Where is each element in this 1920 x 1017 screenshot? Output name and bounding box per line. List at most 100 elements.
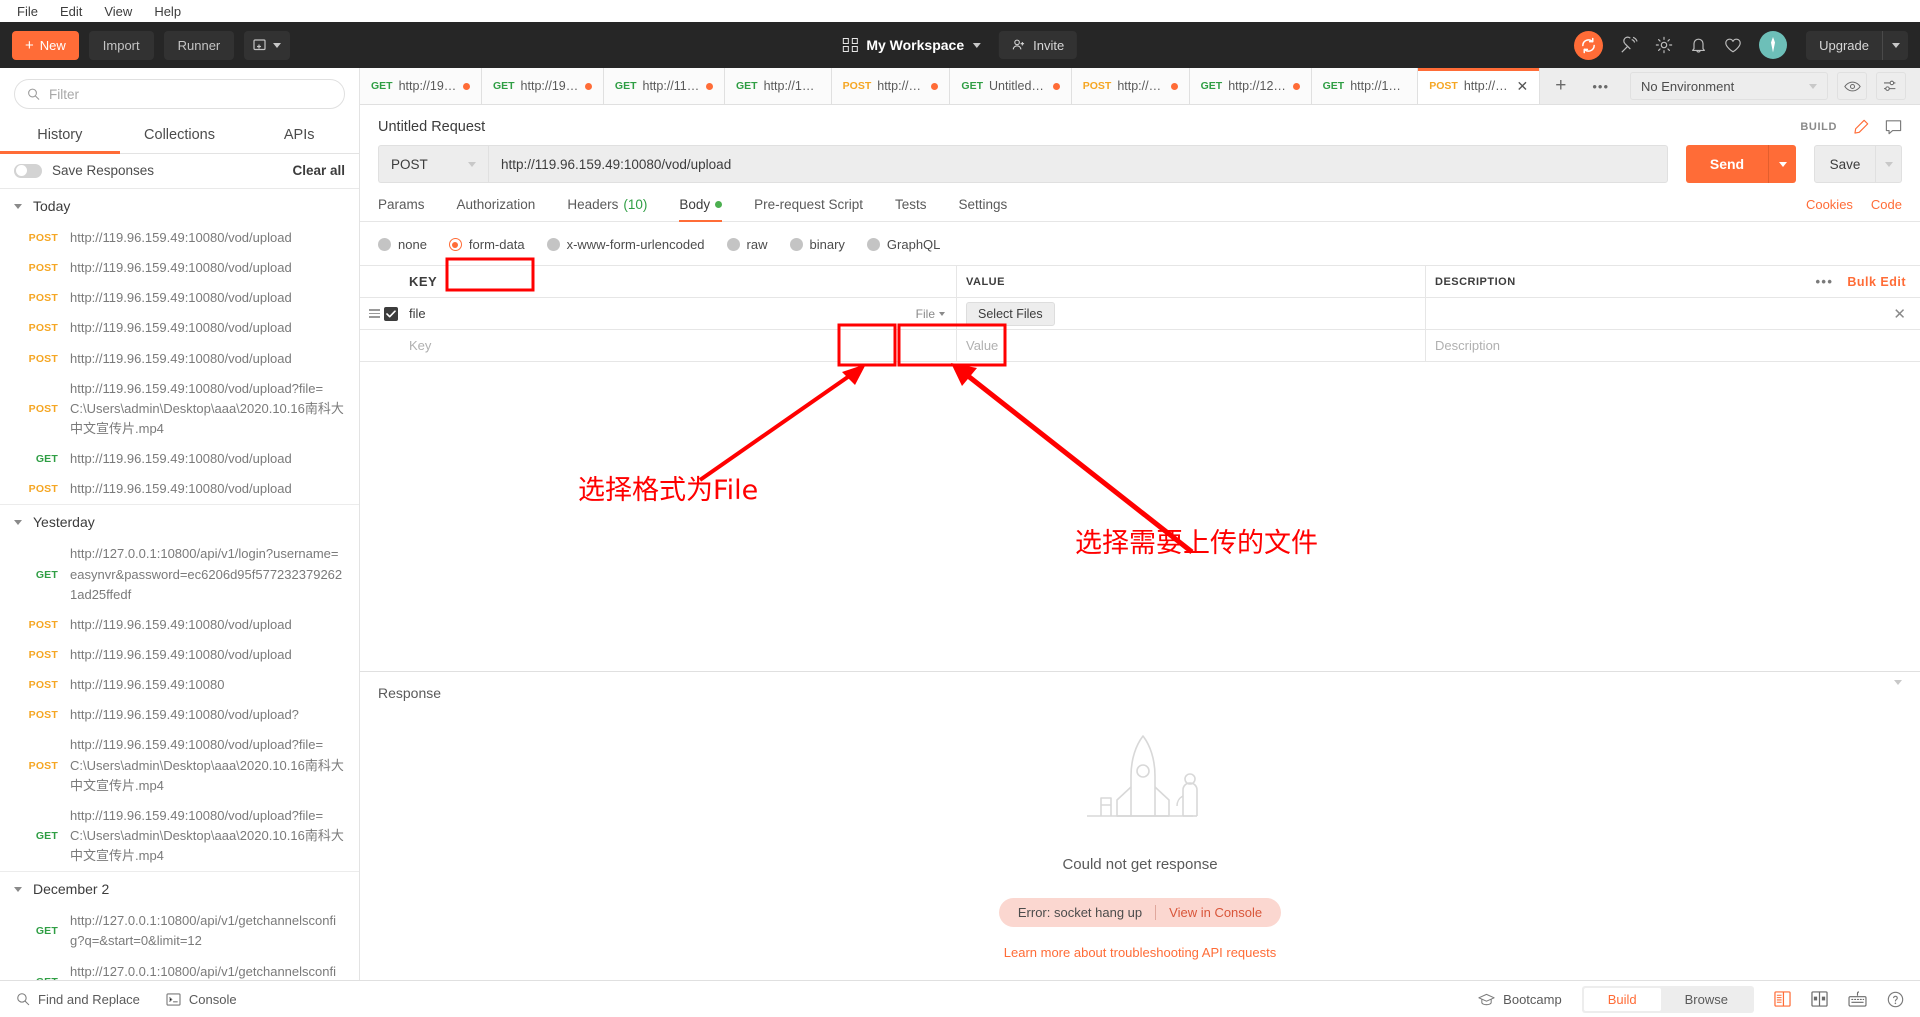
request-title[interactable]: Untitled Request [378,119,485,135]
console-button[interactable]: Console [166,992,237,1007]
workspace-selector[interactable]: My Workspace [842,37,982,53]
tab-tests[interactable]: Tests [879,197,943,221]
request-tab[interactable]: POST http://11... ✕ [1418,68,1541,104]
history-list[interactable]: Today POST http://119.96.159.49:10080/vod/… [0,189,359,980]
edit-request-button[interactable] [1853,119,1869,135]
new-button[interactable]: + New [12,30,79,60]
tab-settings[interactable]: Settings [942,197,1023,221]
find-and-replace-button[interactable]: Find and Replace [16,992,140,1007]
tab-authorization[interactable]: Authorization [441,197,552,221]
row-checkbox[interactable] [383,306,398,321]
body-type-binary[interactable]: binary [779,233,856,256]
filter-box[interactable] [14,79,345,109]
sidebar-tab-history[interactable]: History [0,118,120,154]
send-button[interactable]: Send [1686,145,1768,183]
history-item[interactable]: POST http://119.96.159.49:10080/vod/uploa… [0,640,359,670]
notifications-button[interactable] [1690,36,1707,54]
request-tab[interactable]: GET http://192.... [360,68,482,104]
help-button[interactable] [1887,991,1904,1008]
tab-pre-request-script[interactable]: Pre-request Script [738,197,879,221]
menu-view[interactable]: View [93,2,143,21]
remove-row-button[interactable]: ✕ [1893,305,1906,323]
two-column-layout-button[interactable] [1811,991,1828,1007]
two-pane-layout-button[interactable] [1774,991,1791,1007]
close-tab-icon[interactable]: ✕ [1517,79,1529,93]
select-files-button[interactable]: Select Files [966,301,1055,326]
learn-more-link[interactable]: Learn more about troubleshooting API req… [1004,945,1276,960]
url-input[interactable]: http://119.96.159.49:10080/vod/upload [488,145,1668,183]
request-tab[interactable]: POST http://11... [1071,68,1190,104]
send-dropdown-button[interactable] [1768,145,1796,183]
body-type-graphql[interactable]: GraphQL [856,233,951,256]
menu-edit[interactable]: Edit [49,2,93,21]
upgrade-button[interactable]: Upgrade [1806,30,1882,60]
response-collapse-button[interactable] [1894,679,1902,701]
clear-all-button[interactable]: Clear all [292,163,345,178]
placeholder-description-cell[interactable]: Description [1425,330,1810,361]
history-item[interactable]: GET http://127.0.0.1:10800/api/v1/getchan… [0,906,359,956]
sidebar-tab-collections[interactable]: Collections [120,118,240,153]
build-tab[interactable]: Build [1583,987,1661,1011]
history-item[interactable]: POST http://119.96.159.49:10080/vod/uploa… [0,253,359,283]
invite-button[interactable]: Invite [999,31,1078,59]
history-item[interactable]: POST http://119.96.159.49:10080 [0,670,359,700]
browse-tab[interactable]: Browse [1661,988,1752,1011]
placeholder-value-cell[interactable]: Value [956,330,1425,361]
history-item[interactable]: POST http://119.96.159.49:10080/vod/uploa… [0,700,359,730]
save-dropdown-button[interactable] [1876,145,1902,183]
bulk-edit-button[interactable]: Bulk Edit [1847,275,1906,289]
code-link[interactable]: Code [1871,197,1902,212]
history-item[interactable]: GET http://127.0.0.1:10800/api/v1/getchan… [0,957,359,980]
method-selector[interactable]: POST [378,145,488,183]
filter-input[interactable] [48,86,332,102]
history-item[interactable]: POST http://119.96.159.49:10080/vod/uploa… [0,610,359,640]
sidebar-tab-apis[interactable]: APIs [239,118,359,153]
request-tab[interactable]: GET http://114.... [603,68,725,104]
history-group-header[interactable]: Today [0,189,359,223]
cookies-link[interactable]: Cookies [1806,197,1853,212]
row-type-selector[interactable]: File [911,304,950,324]
new-window-button[interactable] [244,30,291,60]
tab-body[interactable]: Body [663,197,738,222]
runner-button[interactable]: Runner [163,30,235,60]
history-item[interactable]: POST http://119.96.159.49:10080/vod/uploa… [0,344,359,374]
history-item[interactable]: POST http://119.96.159.49:10080/vod/uploa… [0,283,359,313]
menu-help[interactable]: Help [143,2,192,21]
satellite-button[interactable] [1620,36,1638,54]
history-item[interactable]: GET http://119.96.159.49:10080/vod/upload [0,444,359,474]
upgrade-dropdown-button[interactable] [1882,30,1908,60]
history-item[interactable]: POST http://119.96.159.49:10080/vod/uploa… [0,474,359,504]
history-item[interactable]: GET http://127.0.0.1:10800/api/v1/login?u… [0,539,359,609]
history-group-header[interactable]: Yesterday [0,504,359,539]
comments-button[interactable] [1885,119,1902,135]
settings-button[interactable] [1655,36,1673,54]
environment-selector[interactable]: No Environment [1630,72,1828,100]
request-tab[interactable]: GET http://192... [725,68,832,104]
drag-handle-icon[interactable] [368,309,380,318]
body-type-x-www-form-urlencoded[interactable]: x-www-form-urlencoded [536,233,716,256]
save-button[interactable]: Save [1814,145,1876,183]
row-key-cell[interactable]: file [400,306,900,321]
tab-options-button[interactable]: ••• [1581,68,1620,104]
request-tab[interactable]: GET Untitled R... [950,68,1072,104]
history-item[interactable]: GET http://119.96.159.49:10080/vod/upload… [0,801,359,871]
sync-button[interactable] [1574,30,1604,60]
body-type-raw[interactable]: raw [716,233,779,256]
placeholder-key-cell[interactable]: Key [400,338,900,353]
keyboard-shortcuts-button[interactable] [1848,991,1867,1007]
menu-file[interactable]: File [6,2,49,21]
tab-params[interactable]: Params [378,197,441,221]
environment-settings-button[interactable] [1876,72,1906,100]
history-item[interactable]: POST http://119.96.159.49:10080/vod/uploa… [0,223,359,253]
request-tab[interactable]: POST http://19... [831,68,951,104]
tab-headers[interactable]: Headers (10) [551,197,663,221]
bootcamp-button[interactable]: Bootcamp [1478,992,1562,1007]
body-type-form-data[interactable]: form-data [438,233,536,256]
row-description-cell[interactable] [1425,298,1810,329]
history-item[interactable]: POST http://119.96.159.49:10080/vod/uploa… [0,374,359,444]
favorites-button[interactable] [1724,37,1742,54]
environment-quick-look-button[interactable] [1837,72,1867,100]
import-button[interactable]: Import [88,30,154,60]
history-item[interactable]: POST http://119.96.159.49:10080/vod/uploa… [0,313,359,343]
body-type-none[interactable]: none [378,233,438,256]
